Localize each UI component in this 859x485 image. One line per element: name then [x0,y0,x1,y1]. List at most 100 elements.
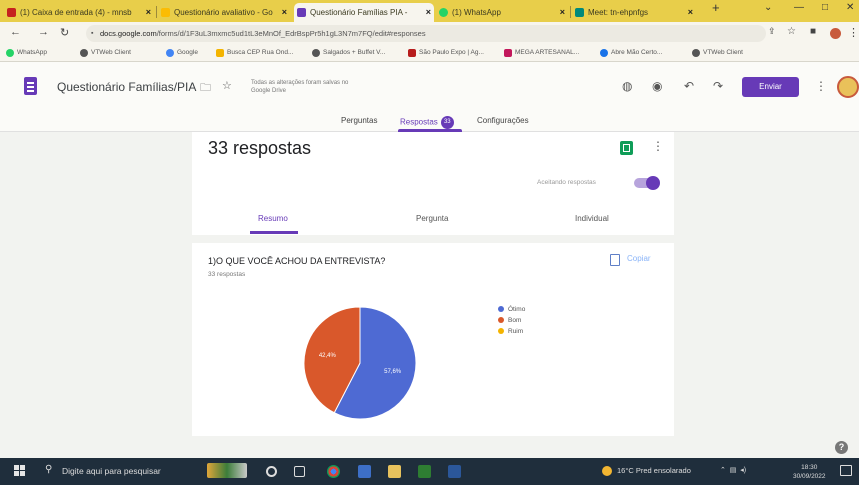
legend-swatch [498,317,504,324]
close-icon[interactable]: × [146,3,151,22]
question-response-count: 33 respostas [208,271,246,278]
windows-start-icon[interactable] [14,465,26,477]
word-icon[interactable] [448,465,461,478]
pie-chart: 57,6% 42,4% [303,306,417,420]
whatsapp-icon [6,49,14,57]
forms-header: Questionário Famílias/PIA 🗀 ☆ Todas as a… [0,62,859,110]
taskbar-search-input[interactable]: Digite aqui para pesquisar [62,466,161,476]
star-icon[interactable]: ☆ [222,79,232,92]
speaker-icon[interactable]: ◂) [740,467,746,474]
pie-data-label: 42,4% [319,353,337,359]
tab-summary[interactable]: Resumo [258,214,288,223]
bookmark-cep[interactable]: Busca CEP Rua Ond... [216,47,293,59]
star-icon[interactable]: ☆ [787,26,796,37]
notification-icon[interactable] [840,465,852,476]
avatar[interactable] [837,76,859,98]
bookmark-whatsapp[interactable]: WhatsApp [6,47,47,59]
bookmark-abre-mao[interactable]: Abre Mão Certo... [600,47,662,59]
back-arrow-icon[interactable]: ← [10,26,21,38]
system-tray[interactable]: ⌃ ▤ ◂) [720,466,746,474]
bookmark-salgados[interactable]: Salgados + Buffet V... [312,47,385,59]
responses-count-badge: 33 [440,116,454,129]
bookmark-sp-expo[interactable]: São Paulo Expo | Ag... [408,47,484,59]
help-icon[interactable]: ? [835,441,848,454]
tab-search-icon[interactable]: ⌄ [764,2,772,13]
bookmark-google[interactable]: Google [166,47,198,59]
minimize-button[interactable]: — [794,2,804,13]
browser-tab-whatsapp[interactable]: (1) WhatsApp × [436,3,568,22]
cortana-icon[interactable] [266,466,277,477]
new-tab-button[interactable]: + [712,0,720,15]
bookmarks-bar: WhatsApp VTWeb Client Google Busca CEP R… [0,45,859,62]
accepting-responses-toggle[interactable] [634,176,660,190]
accepting-responses-label: Aceitando respostas [537,179,596,186]
form-title[interactable]: Questionário Famílias/PIA [57,80,196,94]
search-icon[interactable]: ⚲ [45,464,52,475]
tab-questions[interactable]: Perguntas [341,116,377,125]
palette-icon[interactable]: ◍ [622,79,632,93]
browser-tab-gmail[interactable]: (1) Caixa de entrada (4) - mnsb × [4,3,154,22]
browser-tab-forms-active[interactable]: Questionário Famílias PIA - × [294,3,434,22]
bookmark-vtweb[interactable]: VTWeb Client [80,47,131,59]
url-path: /forms/d/1F3uL3mxmc5ud1tL3eMnOf_EdrBspPr… [156,29,426,38]
close-window-button[interactable]: ✕ [846,2,854,13]
globe-icon [80,49,88,57]
share-icon[interactable]: ⇪ [768,26,776,37]
tab-label: Questionário Famílias PIA - [310,8,408,17]
chevron-up-icon[interactable]: ⌃ [720,467,726,474]
folder-icon[interactable]: 🗀 [200,79,211,98]
forward-arrow-icon[interactable]: → [38,26,49,38]
google-forms-icon[interactable] [24,77,37,95]
clock[interactable]: 18:30 30/09/2022 [793,463,826,481]
close-icon[interactable]: × [282,3,287,22]
close-icon[interactable]: × [560,3,565,22]
tab-responses-label: Respostas [400,117,438,127]
copy-chart-button[interactable]: Copiar [610,254,651,266]
close-icon[interactable]: × [426,3,431,22]
browser-tab-forms-evaluation[interactable]: Questionário avaliativo - Go × [158,3,290,22]
tab-label: Meet: tn-ehpnfgs [588,8,649,17]
gmail-icon [7,8,16,17]
profile-avatar[interactable] [830,28,841,39]
news-widget-icon[interactable] [207,463,247,478]
file-explorer-icon[interactable] [388,465,401,478]
windows-taskbar: ⚲ Digite aqui para pesquisar 16°C Pred e… [0,458,859,485]
tab-question[interactable]: Pergunta [416,214,448,223]
browser-menu-icon[interactable]: ⋮ [848,26,859,39]
more-vert-icon[interactable]: ⋮ [652,139,664,153]
network-icon[interactable]: ▤ [730,467,737,474]
google-sheets-icon[interactable] [620,141,633,155]
bookmark-vtweb-2[interactable]: VTWeb Client [692,47,743,59]
mail-icon [216,49,224,57]
send-button[interactable]: Enviar [742,77,799,97]
legend-item-ótimo: Ótimo [498,305,525,314]
more-vert-icon[interactable]: ⋮ [815,79,827,93]
preview-eye-icon[interactable]: ◉ [652,79,662,93]
chrome-icon[interactable] [327,465,340,478]
globe-icon [692,49,700,57]
task-view-icon[interactable] [294,466,305,477]
weather-widget[interactable]: 16°C Pred ensolarado [602,466,691,477]
maximize-button[interactable]: □ [822,2,828,13]
url-host: docs.google.com [100,29,157,38]
globe-icon [312,49,320,57]
tab-settings[interactable]: Configurações [477,116,529,125]
bookmark-mega-artesanal[interactable]: MEGA ARTESANAL... [504,47,579,59]
undo-icon[interactable]: ↶ [684,79,694,93]
tab-individual[interactable]: Individual [575,214,609,223]
active-subtab-indicator [250,231,298,234]
reload-icon[interactable]: ↻ [60,26,69,39]
bookmark-label: Abre Mão Certo... [611,49,663,56]
tab-label: (1) Caixa de entrada (4) - mnsb [20,8,132,17]
tab-responses[interactable]: Respostas 33 [400,116,454,129]
extensions-icon[interactable]: ■ [810,26,816,37]
legend-swatch [498,306,504,313]
handshake-icon [600,49,608,57]
close-icon[interactable]: × [688,3,693,22]
address-bar[interactable]: ▪ docs.google.com/forms/d/1F3uL3mxmc5ud1… [86,25,766,42]
mail-app-icon[interactable] [358,465,371,478]
browser-tab-strip: (1) Caixa de entrada (4) - mnsb × Questi… [0,0,859,22]
excel-icon[interactable] [418,465,431,478]
redo-icon[interactable]: ↷ [713,79,723,93]
browser-tab-meet[interactable]: Meet: tn-ehpnfgs × [572,3,696,22]
